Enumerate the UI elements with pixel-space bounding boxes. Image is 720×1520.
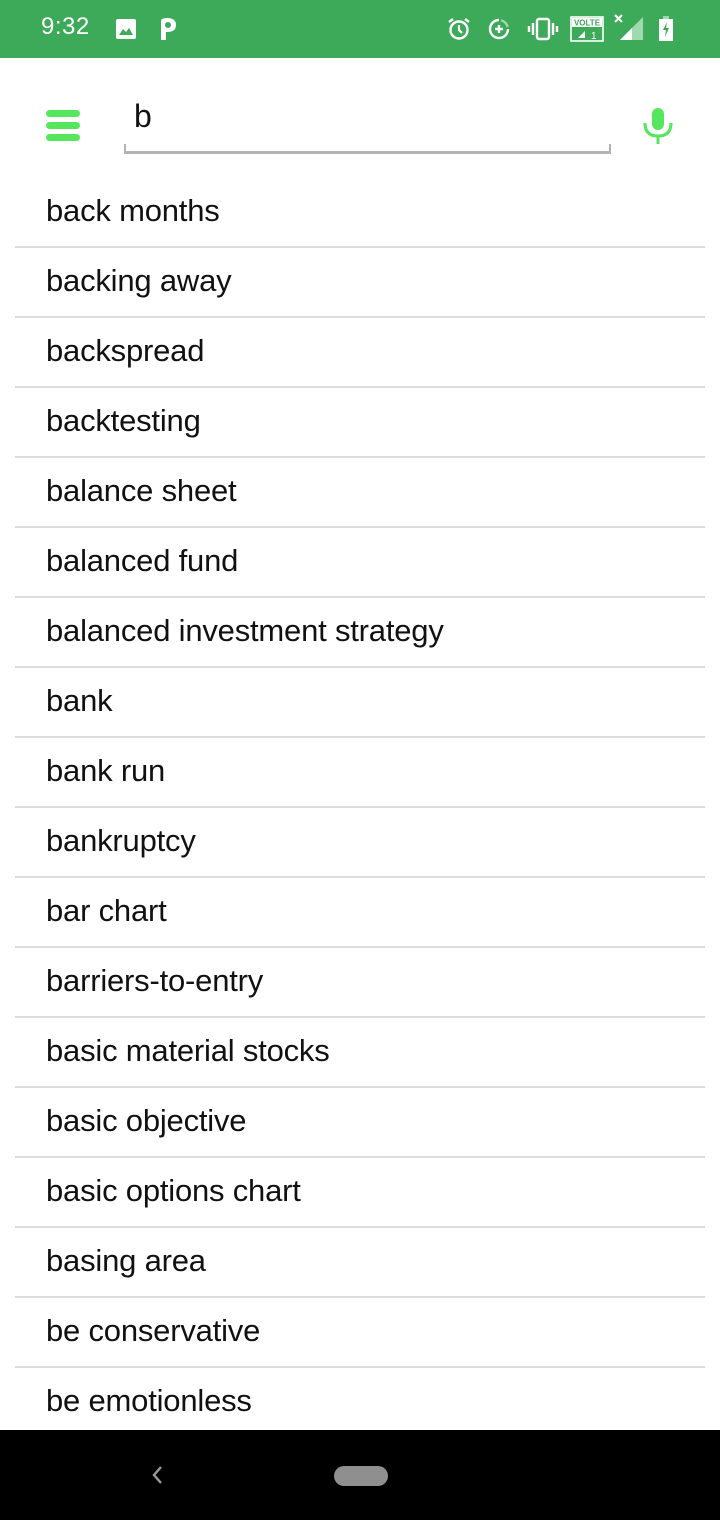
list-item-label: bankruptcy [46,823,196,858]
signal-icon [612,12,646,42]
list-item[interactable]: basic material stocks [15,1018,705,1088]
list-item-label: balance sheet [46,473,237,508]
data-saver-icon [487,16,511,42]
list-item[interactable]: bank [15,668,705,738]
search-toolbar [0,58,720,178]
back-button[interactable] [145,1460,169,1490]
suggestion-list: back months backing away backspread back… [0,178,720,1430]
search-underline [124,144,611,154]
list-item[interactable]: balance sheet [15,458,705,528]
list-item[interactable]: basing area [15,1228,705,1298]
sim-number: 1 [591,31,597,42]
list-item[interactable]: backtesting [15,388,705,458]
list-item-label: backspread [46,333,205,368]
list-item-label: balanced investment strategy [46,613,444,648]
list-item[interactable]: basic objective [15,1088,705,1158]
list-item-label: be emotionless [46,1383,252,1418]
list-item-label: balanced fund [46,543,239,578]
alarm-icon [447,16,471,42]
list-item[interactable]: be conservative [15,1298,705,1368]
list-item[interactable]: balanced fund [15,528,705,598]
list-item-label: bank run [46,753,166,788]
volte-icon: VOLTE 1 [570,16,604,42]
search-field[interactable] [124,88,611,154]
vibrate-icon [527,16,559,42]
list-item[interactable]: basic options chart [15,1158,705,1228]
microphone-icon [643,108,673,144]
home-button[interactable] [334,1466,388,1486]
list-item[interactable]: bank run [15,738,705,808]
status-time: 9:32 [41,13,90,40]
list-item-label: back months [46,193,220,228]
list-item-label: basing area [46,1243,206,1278]
list-item[interactable]: backspread [15,318,705,388]
back-chevron-icon [152,1466,162,1484]
list-item-label: basic options chart [46,1173,301,1208]
list-item-label: basic material stocks [46,1033,330,1068]
list-item-label: bank [46,683,113,718]
list-item[interactable]: back months [15,178,705,248]
list-item[interactable]: balanced investment strategy [15,598,705,668]
list-item-label: bar chart [46,893,167,928]
status-bar: 9:32 VOLTE 1 [0,0,720,58]
battery-charging-icon [657,16,675,42]
list-item[interactable]: bankruptcy [15,808,705,878]
parking-app-icon [157,16,179,42]
list-item[interactable]: be emotionless [15,1368,705,1430]
list-item[interactable]: barriers-to-entry [15,948,705,1018]
list-item-label: backtesting [46,403,201,438]
search-input[interactable] [134,88,604,144]
voice-search-button[interactable] [640,106,676,146]
list-item[interactable]: backing away [15,248,705,318]
list-item-label: be conservative [46,1313,261,1348]
list-item-label: basic objective [46,1103,247,1138]
system-navigation-bar [0,1430,720,1520]
list-item[interactable]: bar chart [15,878,705,948]
gallery-icon [115,16,137,42]
list-item-label: backing away [46,263,232,298]
list-item-label: barriers-to-entry [46,963,264,998]
volte-label: VOLTE [574,19,601,28]
menu-button[interactable] [40,106,86,146]
